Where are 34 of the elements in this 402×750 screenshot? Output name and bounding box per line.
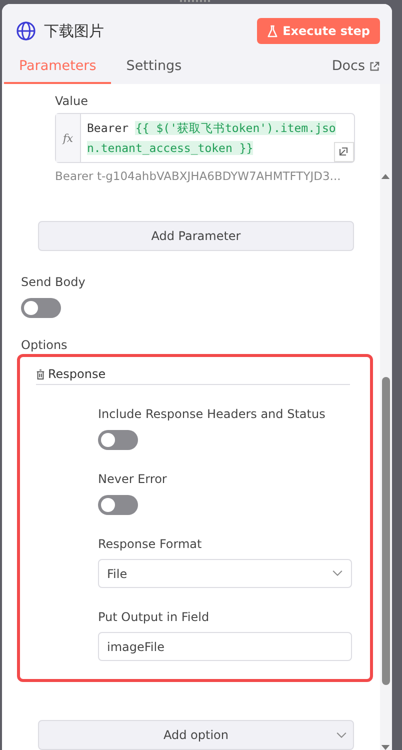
add-parameter-button[interactable]: Add Parameter <box>38 221 354 251</box>
tab[interactable]: Settings <box>111 54 197 84</box>
select-field[interactable]: File <box>98 559 352 588</box>
flask-icon <box>266 24 278 38</box>
expression-text: Bearer {{ $('获取飞书token').item.json.tenant_access_token }} <box>87 120 337 157</box>
field-label: Response Format <box>98 537 202 551</box>
node-title: 下载图片 <box>44 22 105 40</box>
expression-field[interactable]: fx Bearer {{ $('获取飞书token').item.json.tenant_access_token }} <box>55 113 355 163</box>
trash-icon[interactable] <box>36 368 45 380</box>
fx-icon: fx <box>56 114 81 162</box>
scroll-up-icon[interactable] <box>381 174 390 179</box>
field-label: Include Response Headers and Status <box>98 407 326 421</box>
add-option-button[interactable]: Add option <box>38 720 354 750</box>
input-field[interactable]: imageFile <box>98 632 352 661</box>
toggle-switch[interactable] <box>21 298 61 318</box>
field-label: Never Error <box>98 472 167 486</box>
field-label: Value <box>55 94 89 108</box>
scroll-thumb[interactable] <box>382 377 390 685</box>
chevron-down-icon <box>332 570 343 577</box>
globe-icon <box>16 21 36 41</box>
external-link-icon <box>369 60 380 72</box>
toggle-switch[interactable] <box>98 430 138 450</box>
section-label: Options <box>21 338 68 352</box>
scrollbar[interactable] <box>380 84 392 750</box>
toggle-switch[interactable] <box>98 495 138 515</box>
preview-text: Bearer t-g104ahbVABXJHA6BDYW7AHMTFTYJD3... <box>55 169 342 183</box>
field-label: Put Output in Field <box>98 610 210 624</box>
chevron-down-icon <box>336 732 347 738</box>
scroll-down-icon[interactable] <box>381 745 390 750</box>
drag-handle-icon[interactable] <box>180 0 210 2</box>
field-label: Send Body <box>21 275 86 289</box>
docs-link[interactable]: Docs <box>332 58 380 84</box>
expand-icon[interactable] <box>334 142 354 162</box>
group-title: Response <box>48 367 106 381</box>
